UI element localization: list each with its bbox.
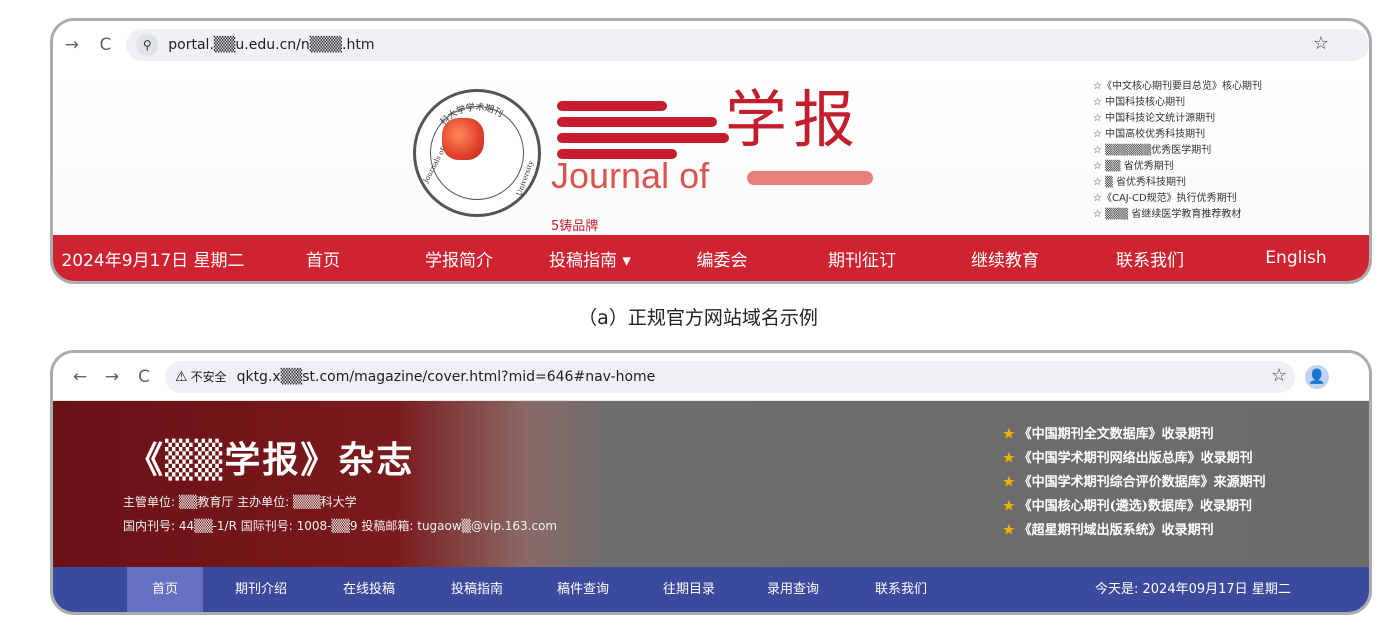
star-icon: ★ — [1003, 427, 1015, 442]
browser-window-fake: ← → C ⚠ 不安全 qktg.x▒▒st.com/magazine/cove… — [50, 350, 1372, 615]
not-secure-label: 不安全 — [190, 370, 227, 384]
warning-icon: ⚠ — [175, 368, 188, 385]
brand-name-en: Journal of — [551, 155, 710, 196]
forward-icon[interactable]: → — [59, 35, 85, 55]
nav-item-guide[interactable]: 投稿指南 — [437, 567, 517, 612]
honor-item: ★ 《中国核心期刊(遴选)数据库》收录期刊 — [1003, 499, 1252, 514]
honor-item: ☆《中文核心期刊要目总览》核心期刊 — [1093, 81, 1262, 92]
back-icon[interactable]: ← — [67, 367, 93, 387]
url-bar[interactable]: ⚠ 不安全 qktg.x▒▒st.com/magazine/cover.html… — [165, 360, 1295, 393]
brand-name-cn: 学报 — [725, 83, 862, 156]
star-icon: ★ — [1003, 523, 1015, 538]
current-date: 今天是: 2024年09月17日 星期二 — [1095, 582, 1291, 597]
nav-item-past-issues[interactable]: 往期目录 — [649, 567, 729, 612]
honor-item: ☆《CAJ-CD规范》执行优秀期刊 — [1093, 193, 1237, 204]
brand-tagline: 5铸品牌 — [551, 219, 599, 234]
nav-item-education[interactable]: 继续教育 — [935, 246, 1075, 271]
honors-list: ★ 《中国期刊全文数据库》收录期刊 ★ 《中国学术期刊网络出版总库》收录期刊 ★ 《中… — [1003, 423, 1333, 543]
honor-item: ☆ ▒▒ 省优秀期刊 — [1093, 161, 1174, 172]
magazine-title: 《▒▒学报》杂志 — [127, 439, 415, 481]
main-nav: 首页 期刊介绍 在线投稿 投稿指南 稿件查询 往期目录 录用查询 联系我们 今天… — [53, 567, 1369, 612]
nav-item-home[interactable]: 首页 — [253, 246, 393, 271]
honor-item: ★ 《中国期刊全文数据库》收录期刊 — [1003, 427, 1214, 442]
honor-item: ☆ 中国高校优秀科技期刊 — [1093, 129, 1206, 140]
honor-item: ☆ 中国科技核心期刊 — [1093, 97, 1186, 108]
honor-item: ★ 《超星期刊域出版系统》收录期刊 — [1003, 523, 1214, 538]
site-settings-icon[interactable]: ⚲ — [136, 34, 159, 56]
issn-info: 国内刊号: 44▒▒-1/R 国际刊号: 1008-▒▒9 投稿邮箱: tuga… — [123, 519, 558, 533]
nav-item-acceptance-query[interactable]: 录用查询 — [753, 567, 833, 612]
main-nav: 2024年9月17日 星期二 首页 学报简介 投稿指南 ▾ 编委会 期刊征订 继… — [53, 235, 1369, 281]
star-icon: ★ — [1003, 499, 1015, 514]
forward-icon[interactable]: → — [99, 367, 125, 387]
nav-item-editorial-board[interactable]: 编委会 — [655, 246, 789, 271]
bookmark-star-icon[interactable]: ☆ — [1271, 365, 1287, 386]
honor-item: ☆ ▒ 省优秀科技期刊 — [1093, 177, 1187, 188]
nav-item-guide[interactable]: 投稿指南 ▾ — [525, 246, 655, 271]
star-icon: ★ — [1003, 451, 1015, 466]
honor-item: ☆ 中国科技论文统计源期刊 — [1093, 113, 1216, 124]
profile-avatar-icon[interactable]: 👤 — [1305, 365, 1329, 389]
redacted-brand-text — [747, 171, 873, 185]
nav-item-subscribe[interactable]: 期刊征订 — [789, 246, 935, 271]
url-text[interactable]: portal.▒▒u.edu.cn/n▒▒▒.htm — [168, 37, 374, 53]
site-header: 《▒▒学报》杂志 主管单位: ▒▒教育厅 主办单位: ▒▒▒科大学 国内刊号: … — [53, 401, 1369, 567]
address-bar-row: → C ⚲ portal.▒▒u.edu.cn/n▒▒▒.htm ☆ — [53, 21, 1369, 69]
url-text[interactable]: qktg.x▒▒st.com/magazine/cover.html?mid=6… — [237, 369, 656, 385]
nav-item-english[interactable]: English — [1225, 248, 1367, 268]
nav-date: 2024年9月17日 星期二 — [61, 250, 245, 271]
honors-list: ☆《中文核心期刊要目总览》核心期刊 ☆ 中国科技核心期刊 ☆ 中国科技论文统计源… — [1093, 79, 1343, 223]
url-bar[interactable]: ⚲ portal.▒▒u.edu.cn/n▒▒▒.htm — [126, 29, 1369, 61]
address-bar-row: ← → C ⚠ 不安全 qktg.x▒▒st.com/magazine/cove… — [53, 353, 1369, 401]
bookmark-star-icon[interactable]: ☆ — [1313, 33, 1329, 54]
figure-caption-a: （a）正规官方网站域名示例 — [578, 307, 818, 329]
nav-item-contact[interactable]: 联系我们 — [1075, 246, 1225, 271]
honor-item: ☆ ▒▒▒ 省继续医学教育推荐教材 — [1093, 209, 1242, 220]
nav-item-manuscript-query[interactable]: 稿件查询 — [543, 567, 623, 612]
nav-item-contact[interactable]: 联系我们 — [861, 567, 941, 612]
star-icon: ★ — [1003, 475, 1015, 490]
honor-item: ★ 《中国学术期刊网络出版总库》收录期刊 — [1003, 451, 1253, 466]
nav-item-about[interactable]: 学报简介 — [393, 246, 525, 271]
nav-item-intro[interactable]: 期刊介绍 — [221, 567, 301, 612]
honor-item: ☆ ▒▒▒▒▒▒优秀医学期刊 — [1093, 145, 1212, 156]
seal-emblem — [442, 118, 484, 160]
publisher-info: 主管单位: ▒▒教育厅 主办单位: ▒▒▒科大学 — [123, 495, 357, 509]
nav-item-home[interactable]: 首页 — [127, 567, 203, 612]
university-seal-logo: 科大学学术期刊 Journals of University — [413, 89, 541, 217]
reload-icon[interactable]: C — [93, 35, 119, 55]
nav-item-submit-online[interactable]: 在线投稿 — [329, 567, 409, 612]
journal-brand-logo: 学报 Journal of 5铸品牌 — [551, 81, 931, 234]
site-header: 科大学学术期刊 Journals of University 学报 Journa… — [53, 69, 1369, 235]
not-secure-badge[interactable]: ⚠ 不安全 — [175, 368, 227, 385]
honor-item: ★ 《中国学术期刊综合评价数据库》来源期刊 — [1003, 475, 1266, 490]
browser-window-official: → C ⚲ portal.▒▒u.edu.cn/n▒▒▒.htm ☆ 科大学学术… — [50, 18, 1372, 284]
reload-icon[interactable]: C — [131, 367, 157, 387]
